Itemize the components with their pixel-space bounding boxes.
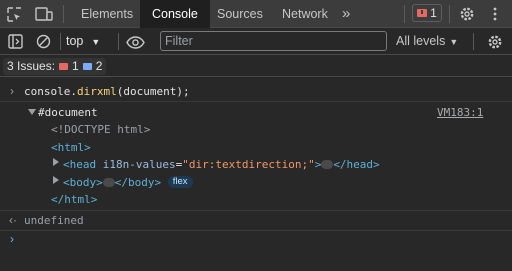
message-divider (0, 101, 512, 102)
issues-bar: 3 Issues: 1 2 (0, 56, 512, 77)
tab-elements[interactable]: Elements (81, 0, 133, 28)
dropdown-arrow-icon: ▼ (91, 37, 101, 47)
attr-value: "dir:textdirection;" (182, 158, 315, 171)
command-prefix: console. (24, 85, 77, 98)
divider (473, 33, 474, 50)
log-levels-dropdown[interactable]: All levels ▼ (396, 28, 458, 55)
collapsed-triangle-icon[interactable] (53, 176, 59, 184)
filter-input[interactable]: Filter (160, 31, 387, 51)
tab-network[interactable]: Network (282, 0, 328, 28)
live-expression-eye-icon[interactable] (125, 34, 145, 50)
console-prompt-icon: › (10, 232, 14, 246)
console-command: console.dirxml(document); (24, 85, 190, 98)
expanded-triangle-icon[interactable] (28, 109, 36, 115)
error-count-badge[interactable]: 1 (412, 4, 442, 22)
command-prompt-icon: › (10, 84, 14, 98)
console-toolbar: top ▼ Filter All levels ▼ (0, 28, 512, 55)
dropdown-arrow-icon: ▼ (449, 37, 459, 47)
divider (404, 5, 405, 23)
divider (60, 33, 61, 50)
result-value: undefined (24, 214, 84, 227)
flex-badge[interactable]: flex (167, 176, 193, 188)
body-open-tag: <body> (63, 176, 103, 189)
html-close-tag[interactable]: </html> (51, 193, 97, 206)
more-options-icon[interactable] (488, 5, 502, 23)
issues-button[interactable]: 3 Issues: 1 2 (3, 58, 107, 75)
error-issue-count: 1 (72, 59, 79, 73)
console-input[interactable] (24, 233, 504, 249)
clear-console-icon[interactable] (35, 33, 51, 49)
body-close-tag: </body> (114, 176, 162, 189)
result-arrow-icon: ‹· (9, 213, 17, 227)
info-issue-count: 2 (95, 59, 103, 73)
sidebar-toggle-icon[interactable] (7, 33, 23, 49)
settings-gear-icon[interactable] (458, 5, 476, 23)
head-close-tag: </head> (333, 158, 380, 171)
console-settings-gear-icon[interactable] (486, 33, 504, 51)
inspect-element-icon[interactable] (6, 6, 22, 22)
body-node[interactable]: <body> </body> flex (63, 176, 193, 189)
ellipsis-expand-icon[interactable] (102, 177, 115, 187)
context-selector[interactable]: top ▼ (66, 28, 100, 55)
levels-label: All levels (396, 34, 446, 48)
head-node[interactable]: <head i18n-values="dir:textdirection;"> <… (63, 158, 380, 171)
error-count: 1 (430, 6, 437, 20)
html-open-tag[interactable]: <html> (51, 141, 91, 154)
divider (63, 5, 64, 23)
source-link[interactable]: VM183:1 (437, 106, 483, 119)
divider (449, 5, 450, 23)
tab-console[interactable]: Console (140, 0, 210, 28)
message-divider (0, 230, 512, 231)
ellipsis-expand-icon[interactable] (321, 159, 334, 169)
error-icon (417, 9, 428, 17)
command-args: (document); (116, 85, 190, 98)
info-issue-icon (82, 63, 92, 70)
device-toolbar-icon[interactable] (35, 6, 53, 22)
tab-sources[interactable]: Sources (217, 0, 263, 28)
doctype-node[interactable]: <!DOCTYPE html> (51, 123, 150, 136)
attr-name: i18n-values (102, 158, 176, 171)
head-open-tag: <head (63, 158, 97, 171)
devtools-tabbar: Elements Console Sources Network » 1 (0, 0, 512, 28)
more-tabs-button[interactable]: » (342, 0, 350, 28)
divider (118, 33, 119, 50)
error-issue-icon (59, 63, 69, 70)
document-node[interactable]: #document (38, 106, 98, 119)
collapsed-triangle-icon[interactable] (53, 158, 59, 166)
command-method: dirxml (76, 85, 117, 98)
context-label: top (66, 34, 84, 48)
issues-label: 3 Issues: (7, 59, 56, 73)
message-divider (0, 210, 512, 211)
